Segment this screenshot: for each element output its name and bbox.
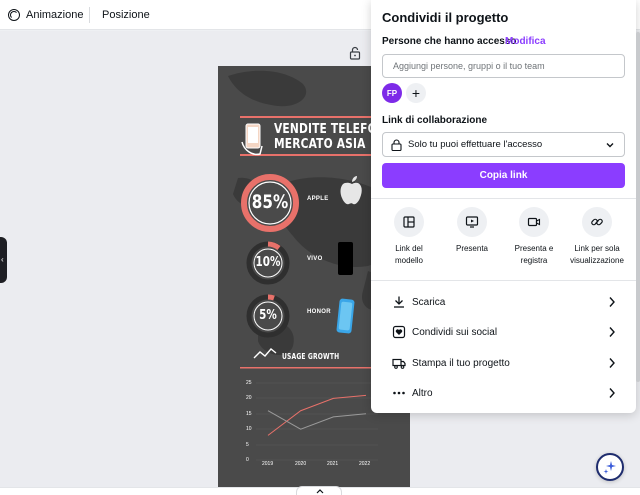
toolbar-divider	[89, 7, 90, 23]
y-tick-label: 5	[246, 442, 249, 448]
position-label: Posizione	[102, 9, 150, 21]
x-tick-label: 2022	[359, 461, 371, 467]
usage-growth-chart	[267, 394, 367, 436]
chevron-right-icon	[609, 297, 615, 307]
collab-access-value: Solo tu puoi effettuare l'accesso	[408, 139, 543, 150]
stat-percent-apple: 85%	[251, 191, 289, 213]
collab-access-select[interactable]: Solo tu puoi effettuare l'accesso	[382, 132, 625, 157]
row-label: Stampa il tuo progetto	[412, 357, 510, 369]
chevron-down-icon	[606, 143, 614, 148]
share-social-row[interactable]: Condividi sui social	[371, 317, 636, 347]
stat-percent-vivo: 10%	[255, 255, 281, 270]
pages-toggle[interactable]	[296, 486, 342, 495]
print-truck-icon	[392, 358, 406, 369]
y-tick-label: 25	[246, 380, 252, 386]
chevron-right-icon	[609, 327, 615, 337]
option-label: registra	[520, 256, 548, 265]
option-label: Presenta	[455, 244, 489, 253]
row-label: Altro	[412, 387, 433, 399]
animation-button[interactable]: Animazione	[8, 0, 83, 30]
more-dots-icon	[393, 391, 405, 395]
share-panel: Condividi il progetto Persone che hanno …	[371, 0, 636, 413]
option-label: Link del	[395, 244, 423, 253]
option-label: modello	[394, 256, 423, 265]
download-row[interactable]: Scarica	[371, 287, 636, 317]
row-label: Condividi sui social	[412, 326, 498, 338]
more-options-row[interactable]: Altro	[371, 378, 636, 408]
view-only-link-option[interactable]: Link per sola visualizzazione	[565, 207, 629, 267]
present-record-option[interactable]: Presenta e registra	[504, 207, 564, 267]
row-label: Scarica	[412, 296, 446, 308]
modify-access-link[interactable]: Modifica	[505, 36, 546, 47]
vertical-scrollbar[interactable]	[636, 32, 640, 382]
animation-icon	[8, 9, 20, 21]
animation-label: Animazione	[26, 9, 84, 21]
y-tick-label: 20	[246, 395, 252, 401]
option-label: Link per sola	[574, 244, 620, 253]
y-tick-label: 10	[246, 426, 252, 432]
divider	[371, 280, 636, 281]
chart-series-line-2	[267, 410, 367, 430]
vivo-phone-image	[338, 242, 353, 275]
option-label: visualizzazione	[570, 256, 624, 265]
y-tick-label: 0	[246, 457, 249, 463]
download-icon	[394, 296, 404, 308]
stat-percent-honor: 5%	[259, 308, 277, 323]
collab-link-label: Link di collaborazione	[382, 115, 488, 126]
add-people-input[interactable]	[382, 54, 625, 78]
chart-title: USAGE GROWTH	[282, 352, 340, 361]
chevron-right-icon	[609, 358, 615, 368]
panel-title: Condividi il progetto	[382, 10, 509, 25]
template-link-option[interactable]: Link del modello	[379, 207, 439, 267]
magic-assistant-button[interactable]	[596, 453, 624, 481]
chevron-left-icon: ‹	[1, 255, 4, 264]
lock-icon	[391, 138, 402, 151]
lock-icon[interactable]	[349, 46, 361, 60]
side-panel-toggle[interactable]: ‹	[0, 237, 7, 283]
copy-link-button[interactable]: Copia link	[382, 163, 625, 188]
view-only-link-icon	[591, 218, 603, 226]
chevron-up-icon	[316, 489, 324, 494]
position-button[interactable]: Posizione	[102, 0, 150, 30]
brand-label-apple: APPLE	[307, 196, 329, 202]
present-icon	[465, 216, 479, 228]
x-tick-label: 2020	[295, 461, 307, 467]
divider	[371, 198, 636, 199]
option-label: Presenta e	[514, 244, 554, 253]
print-project-row[interactable]: Stampa il tuo progetto	[371, 348, 636, 378]
x-tick-label: 2021	[327, 461, 339, 467]
sparkle-icon	[603, 461, 616, 474]
x-tick-label: 2019	[262, 461, 274, 467]
present-option[interactable]: Presenta	[442, 207, 502, 255]
user-avatar[interactable]: FP	[382, 83, 402, 103]
honor-phone-image	[336, 298, 355, 334]
present-record-icon	[527, 217, 541, 227]
layout-template-icon	[403, 216, 415, 228]
share-social-icon	[392, 325, 406, 339]
y-tick-label: 15	[246, 411, 252, 417]
brand-label-honor: HONOR	[307, 309, 331, 315]
brand-label-vivo: VIVO	[307, 256, 323, 262]
add-person-button[interactable]: +	[406, 83, 426, 103]
phone-hand-icon	[241, 123, 263, 156]
access-label: Persone che hanno accesso	[382, 36, 517, 47]
chevron-right-icon	[609, 388, 615, 398]
